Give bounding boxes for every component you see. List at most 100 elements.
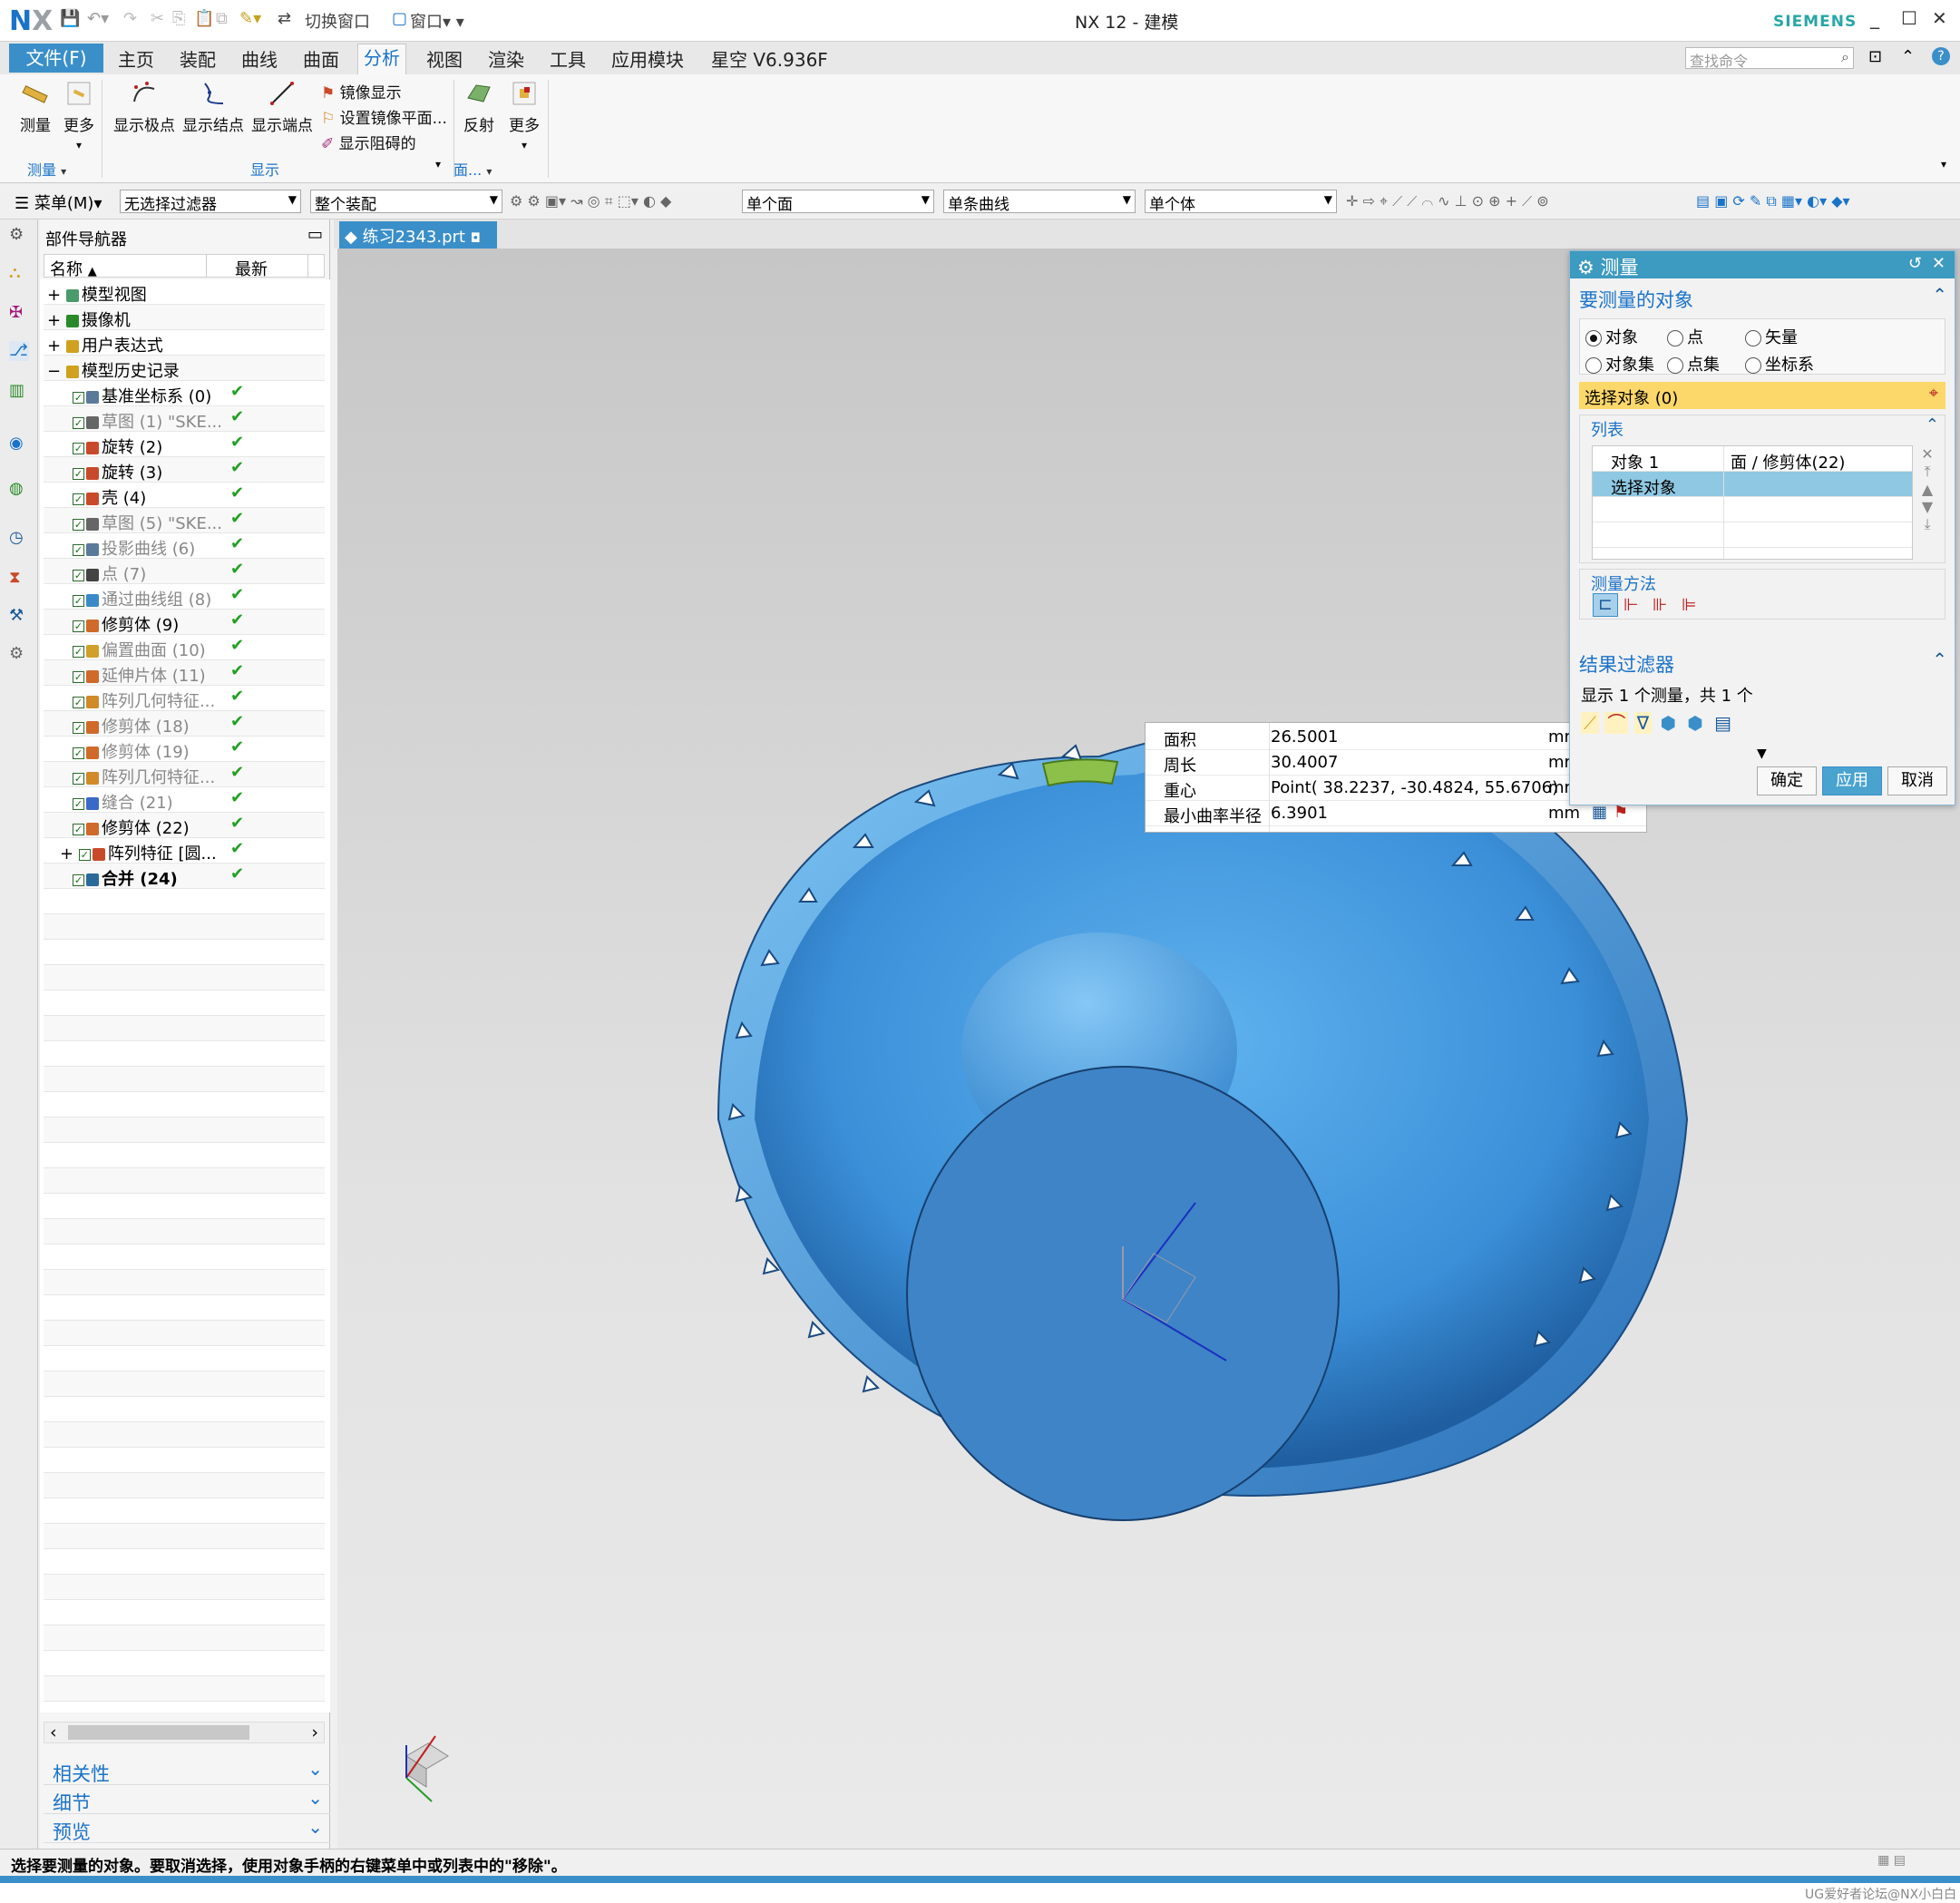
scroll-thumb[interactable] bbox=[68, 1725, 249, 1740]
cancel-button[interactable]: 取消 bbox=[1887, 766, 1947, 795]
hd3d-tools-icon[interactable]: ◉ bbox=[9, 434, 29, 454]
feature-row[interactable]: ✓ 草图 (5) "SKE... ✔ bbox=[44, 508, 325, 533]
undo-icon[interactable]: ↶▾ bbox=[87, 9, 109, 28]
expand-toggle-icon[interactable]: + bbox=[47, 286, 66, 305]
tab-xingkong[interactable]: 星空 V6.936F bbox=[711, 45, 828, 72]
ok-button[interactable]: 确定 bbox=[1757, 766, 1817, 795]
paste-icon[interactable]: 📋 bbox=[194, 9, 214, 28]
visibility-checkbox[interactable]: ✓ bbox=[73, 391, 84, 404]
visibility-checkbox[interactable]: ✓ bbox=[73, 442, 84, 454]
navigator-hscrollbar[interactable]: ‹ › bbox=[44, 1722, 325, 1743]
group-measure-label[interactable]: 测量 ▾ bbox=[27, 158, 66, 180]
minimize-button[interactable]: _ bbox=[1870, 7, 1879, 29]
reset-icon[interactable]: ↺ bbox=[1908, 254, 1922, 273]
visibility-checkbox[interactable]: ✓ bbox=[73, 518, 84, 531]
radio-point[interactable]: 点 bbox=[1667, 325, 1703, 348]
reflect-button[interactable]: 反射 bbox=[459, 80, 499, 135]
maximize-button[interactable]: ☐ bbox=[1901, 7, 1917, 29]
feature-row[interactable]: ✓ 修剪体 (22) ✔ bbox=[44, 813, 325, 838]
collapse-ribbon-icon[interactable]: ⌃ bbox=[1901, 47, 1915, 66]
expand-toggle-icon[interactable]: + bbox=[47, 311, 66, 330]
process-studio-icon[interactable]: ⚒ bbox=[9, 606, 29, 626]
visibility-checkbox[interactable]: ✓ bbox=[73, 772, 84, 785]
visibility-checkbox[interactable]: ✓ bbox=[73, 696, 84, 708]
filter-area-icon[interactable]: ⬢ bbox=[1657, 712, 1678, 734]
remove-icon[interactable]: ✕ bbox=[1916, 445, 1938, 463]
tree-node[interactable]: + 用户表达式 bbox=[44, 330, 325, 356]
tab-surface[interactable]: 曲面 bbox=[303, 45, 339, 72]
feature-row[interactable]: ✓ 缝合 (21) ✔ bbox=[44, 787, 325, 813]
tab-analysis[interactable]: 分析 bbox=[357, 44, 406, 74]
visibility-checkbox[interactable]: ✓ bbox=[73, 645, 84, 658]
cut-icon[interactable]: ✂ bbox=[151, 9, 164, 28]
scroll-left-icon[interactable]: ‹ bbox=[50, 1722, 57, 1742]
feature-row[interactable]: ✓ 修剪体 (19) ✔ bbox=[44, 737, 325, 762]
feature-row[interactable]: ✓ 基准坐标系 (0) ✔ bbox=[44, 381, 325, 406]
system-materials-icon[interactable]: ⧗ bbox=[9, 568, 29, 588]
dependencies-panel-header[interactable]: 相关性 ⌄ bbox=[44, 1758, 330, 1785]
window-menu-button[interactable]: 窗口▾ ▾ bbox=[410, 9, 464, 33]
objects-section-header[interactable]: 要测量的对象 bbox=[1579, 286, 1693, 313]
column-name-header[interactable]: 名称 ▲ bbox=[50, 257, 97, 280]
close-window-button[interactable]: ✕ bbox=[1932, 7, 1947, 29]
selection-tool-icons[interactable]: ⚙ ⚙ ▣▾ ↝ ◎ ⌗ ⬚▾ ◐ ◆ bbox=[510, 192, 671, 210]
roles-icon[interactable]: ⚙ bbox=[9, 644, 29, 664]
scroll-right-icon[interactable]: › bbox=[311, 1722, 318, 1742]
visibility-checkbox[interactable]: ✓ bbox=[73, 873, 84, 886]
visibility-checkbox[interactable]: ✓ bbox=[73, 747, 84, 759]
face-rule-select[interactable]: 单个面 ▼ bbox=[742, 190, 934, 214]
feature-row[interactable]: ✓ 投影曲线 (6) ✔ bbox=[44, 533, 325, 559]
visibility-checkbox[interactable]: ✓ bbox=[73, 620, 84, 632]
visibility-checkbox[interactable]: ✓ bbox=[73, 721, 84, 734]
filter-angle-icon[interactable]: ⌒ bbox=[1604, 712, 1629, 734]
radio-object-set[interactable]: 对象集 bbox=[1585, 352, 1654, 376]
visibility-checkbox[interactable]: ✓ bbox=[73, 467, 84, 480]
feature-row[interactable]: ✓ 修剪体 (18) ✔ bbox=[44, 711, 325, 737]
show-endpoints-button[interactable]: 显示端点 bbox=[249, 80, 316, 135]
part-navigator-icon[interactable]: ⎇ bbox=[9, 341, 29, 361]
file-menu-tab[interactable]: 文件(F) bbox=[9, 44, 103, 73]
column-latest-header[interactable]: 最新 bbox=[235, 257, 268, 280]
chevron-up-icon[interactable]: ⌃ bbox=[1926, 415, 1939, 434]
gear-icon[interactable]: ⚙ bbox=[1577, 257, 1594, 278]
feature-row[interactable]: ✓ 草图 (1) "SKE... ✔ bbox=[44, 406, 325, 432]
paste-special-icon[interactable]: ⧉ bbox=[216, 9, 228, 28]
apply-button[interactable]: 应用 bbox=[1822, 766, 1882, 795]
expand-more-icon[interactable]: ▼ bbox=[1757, 747, 1767, 761]
tree-node[interactable]: + 模型视图 bbox=[44, 279, 325, 305]
visibility-checkbox[interactable]: ✓ bbox=[73, 670, 84, 683]
visibility-checkbox[interactable]: ✓ bbox=[73, 493, 84, 505]
radio-object[interactable]: 对象 bbox=[1585, 325, 1638, 348]
tab-tools[interactable]: 工具 bbox=[550, 45, 586, 72]
pin-icon[interactable]: ◘ bbox=[471, 231, 481, 246]
tab-home[interactable]: 主页 bbox=[118, 45, 154, 72]
move-down-icon[interactable]: ▼ bbox=[1916, 498, 1938, 515]
tab-view[interactable]: 视图 bbox=[426, 45, 463, 72]
history-icon[interactable]: ◷ bbox=[9, 528, 29, 548]
feature-row[interactable]: ✓ 合并 (24) ✔ bbox=[44, 864, 325, 889]
method-distance-icon[interactable]: ⊩ bbox=[1624, 595, 1639, 615]
tab-applications[interactable]: 应用模块 bbox=[611, 45, 684, 72]
repeat-command-icon[interactable]: ✎▾ bbox=[239, 9, 261, 28]
feature-row[interactable]: ✓ 修剪体 (9) ✔ bbox=[44, 610, 325, 635]
expand-toggle-icon[interactable]: + bbox=[60, 844, 79, 864]
feature-row[interactable]: ✓ 延伸片体 (11) ✔ bbox=[44, 660, 325, 686]
method-projected-icon[interactable]: ⊪ bbox=[1653, 595, 1668, 615]
list-item[interactable]: 对象 1面 / 修剪体(22) bbox=[1593, 446, 1912, 473]
restore-panel-icon[interactable]: ▭ bbox=[307, 225, 323, 244]
group-face-label[interactable]: 面... ▾ bbox=[453, 158, 492, 180]
tree-node[interactable]: + 摄像机 bbox=[44, 305, 325, 330]
feature-row[interactable]: ✓ 偏置曲面 (10) ✔ bbox=[44, 635, 325, 660]
command-search-input[interactable]: 查找命令 ⌕ bbox=[1685, 47, 1854, 70]
status-icons[interactable]: ▦ ▤ bbox=[1877, 1853, 1906, 1868]
redo-icon[interactable]: ↷ bbox=[123, 9, 137, 28]
tab-assembly[interactable]: 装配 bbox=[180, 45, 216, 72]
snap-point-icons[interactable]: ✛ ⇨ ⌖ ⟋ ⟋ ⌒ ∿ ⊥ ⊙ ⊕ + ⟋ ⊚ bbox=[1346, 192, 1549, 210]
face-more-button[interactable]: 更多 ▾ bbox=[504, 80, 544, 153]
flag-icon[interactable]: ⚑ bbox=[1614, 803, 1628, 822]
measure-more-button[interactable]: 更多 ▾ bbox=[60, 80, 98, 153]
tree-node[interactable]: − 模型历史记录 bbox=[44, 356, 325, 381]
tab-render[interactable]: 渲染 bbox=[488, 45, 524, 72]
move-bottom-icon[interactable]: ⤓ bbox=[1916, 515, 1938, 533]
copy-icon[interactable]: ⎘ bbox=[172, 9, 185, 28]
